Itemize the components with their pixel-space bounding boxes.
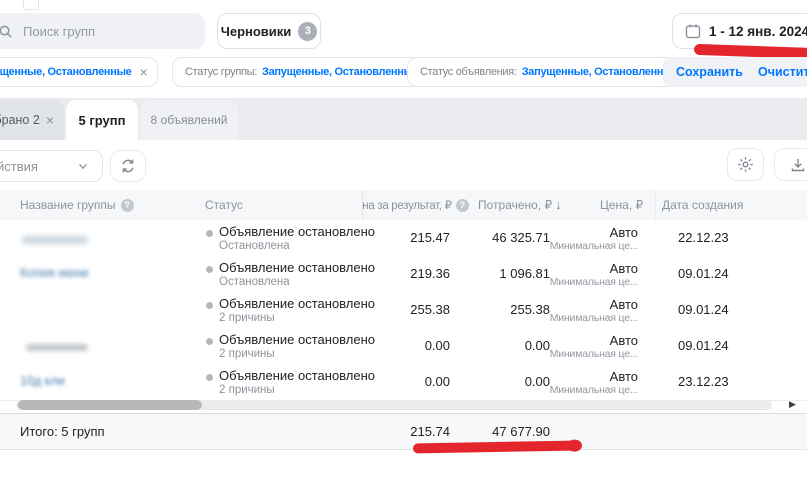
column-header-cpr[interactable]: Цена за результат, ₽ ?	[362, 198, 480, 215]
table-row[interactable]: Объявление остановлено Остановлена 215.4…	[0, 220, 807, 257]
table-header: Название группы ? Статус Цена за результ…	[0, 190, 807, 220]
tab-selected-label: Выбрано 2	[0, 113, 40, 127]
status-dot-icon	[206, 230, 213, 237]
download-icon	[790, 157, 806, 173]
price-subtext: Минимальная це...	[518, 276, 638, 288]
scroll-right-icon[interactable]: ▶	[789, 399, 796, 410]
created-date: 23.12.23	[678, 364, 729, 400]
table-row[interactable]: Объявление остановлено 2 причины 255.38 …	[0, 292, 807, 329]
help-icon[interactable]: ?	[121, 199, 134, 212]
status-dot-icon	[206, 302, 213, 309]
tab-ads[interactable]: 8 объявлений	[140, 100, 238, 140]
date-range-picker[interactable]: 1 - 12 янв. 2024	[672, 13, 807, 49]
drafts-button[interactable]: Черновики 3	[217, 13, 321, 49]
price-value: Авто	[538, 297, 638, 312]
group-name-link[interactable]: 10д кли	[20, 374, 65, 388]
filter-chip-ad-status[interactable]: Статус объявления: Запущенные, Остановле…	[407, 57, 705, 87]
group-name-redacted[interactable]	[26, 344, 88, 351]
actions-label: Действия	[0, 159, 38, 174]
red-marker-totals-annotation	[413, 441, 578, 454]
clear-filters-button[interactable]: Очистить	[745, 57, 807, 87]
created-date: 09.01.24	[678, 256, 729, 292]
calendar-icon	[685, 23, 701, 39]
table-row[interactable]: Копия июни Объявление остановлено Остано…	[0, 256, 807, 293]
filter-chip-value: Запущенные, Остановленные	[262, 66, 419, 78]
column-header-created[interactable]: Дата создания	[662, 198, 743, 212]
created-date: 09.01.24	[678, 328, 729, 364]
top-remnant	[23, 0, 39, 10]
actions-dropdown[interactable]: Действия	[0, 150, 103, 182]
refresh-button[interactable]	[110, 150, 146, 182]
filter-chip-value: Запущенные, Остановленные	[0, 66, 132, 78]
close-icon[interactable]: ×	[140, 64, 148, 80]
filter-chip-label: Статус группы:	[185, 66, 257, 78]
column-header-spent[interactable]: Потрачено, ₽ ↓	[478, 198, 562, 212]
price-value: Авто	[538, 261, 638, 276]
status-subtext[interactable]: Остановлена	[219, 240, 290, 252]
refresh-icon	[120, 158, 136, 174]
search-group-field[interactable]	[0, 13, 205, 49]
filter-chip-statuses[interactable]: Запущенные, Остановленные ×	[0, 57, 158, 87]
status-subtext[interactable]: Остановлена	[219, 276, 290, 288]
price-value: Авто	[538, 225, 638, 240]
tab-groups[interactable]: 5 групп	[66, 100, 138, 140]
table-settings-button[interactable]	[727, 148, 764, 181]
save-filters-button[interactable]: Сохранить	[663, 57, 756, 87]
drafts-count-badge: 3	[298, 22, 317, 41]
search-icon	[0, 24, 13, 39]
status-dot-icon	[206, 374, 213, 381]
filter-chip-label: Статус объявления:	[420, 66, 517, 78]
price-subtext: Минимальная це...	[518, 384, 638, 396]
price-subtext: Минимальная це...	[518, 240, 638, 252]
column-header-status[interactable]: Статус	[205, 198, 243, 212]
created-date: 22.12.23	[678, 220, 729, 256]
status-subtext[interactable]: 2 причины	[219, 348, 275, 360]
ads-manager-page: Черновики 3 1 - 12 янв. 2024 Запущенные,…	[0, 0, 807, 487]
column-header-price[interactable]: Цена, ₽	[600, 198, 643, 212]
filter-chip-value: Запущенные, Остановленные	[522, 66, 679, 78]
tab-selected-count[interactable]: Выбрано 2 ×	[0, 100, 64, 140]
status-dot-icon	[206, 266, 213, 273]
filter-chip-group-status[interactable]: Статус группы: Запущенные, Остановленные…	[172, 57, 445, 87]
created-date: 09.01.24	[678, 292, 729, 328]
group-name-redacted[interactable]	[22, 236, 88, 244]
price-value: Авто	[538, 333, 638, 348]
close-icon[interactable]: ×	[46, 112, 54, 128]
help-icon[interactable]: ?	[456, 199, 469, 212]
drafts-label: Черновики	[221, 24, 292, 39]
totals-row: Итого: 5 групп 215.74 47 677.90	[0, 413, 807, 450]
table-row[interactable]: Объявление остановлено 2 причины 0.00 0.…	[0, 328, 807, 365]
price-subtext: Минимальная це...	[518, 312, 638, 324]
date-range-label: 1 - 12 янв. 2024	[709, 24, 807, 39]
export-button[interactable]	[774, 148, 807, 181]
table-row[interactable]: 10д кли Объявление остановлено 2 причины…	[0, 364, 807, 401]
price-subtext: Минимальная це...	[518, 348, 638, 360]
gear-icon	[737, 156, 754, 173]
price-value: Авто	[538, 369, 638, 384]
status-subtext[interactable]: 2 причины	[219, 312, 275, 324]
group-name-link[interactable]: Копия июни	[20, 266, 88, 280]
search-input[interactable]	[21, 23, 175, 40]
status-dot-icon	[206, 338, 213, 345]
sort-desc-icon: ↓	[556, 198, 562, 212]
totals-label: Итого: 5 групп	[20, 414, 105, 450]
status-subtext[interactable]: 2 причины	[219, 384, 275, 396]
column-header-name[interactable]: Название группы ?	[20, 198, 134, 212]
horizontal-scrollbar-thumb[interactable]	[18, 400, 202, 410]
chevron-down-icon	[76, 159, 90, 173]
